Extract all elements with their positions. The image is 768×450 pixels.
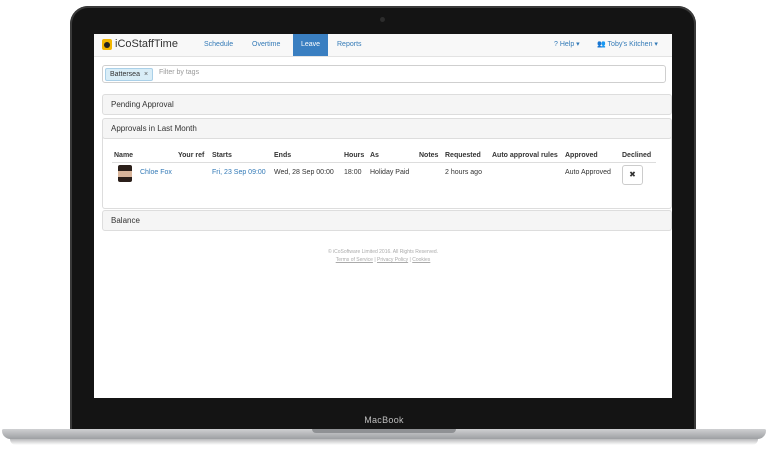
terms-link[interactable]: Terms of Service bbox=[336, 257, 373, 263]
camera-dot bbox=[380, 17, 385, 22]
help-menu[interactable]: ? Help ▾ bbox=[554, 34, 580, 56]
avatar bbox=[118, 165, 132, 182]
brand-logo-icon bbox=[102, 38, 112, 50]
device-label: MacBook bbox=[364, 415, 404, 425]
users-icon: 👥 bbox=[597, 41, 606, 48]
row-requested: 2 hours ago bbox=[445, 169, 482, 176]
nav-schedule[interactable]: Schedule bbox=[196, 34, 241, 56]
row-starts-link[interactable]: Fri, 23 Sep 09:00 bbox=[212, 169, 266, 176]
tag-chip: Battersea × bbox=[105, 68, 154, 81]
row-name-link[interactable]: Chloe Fox bbox=[140, 169, 172, 176]
col-hours: Hours bbox=[344, 152, 365, 159]
tag-remove-icon[interactable]: × bbox=[144, 69, 148, 80]
laptop-shadow bbox=[10, 439, 758, 445]
col-approved: Approved bbox=[565, 152, 598, 159]
col-requested: Requested bbox=[445, 152, 481, 159]
col-notes: Notes bbox=[419, 152, 439, 159]
footer-separator: | bbox=[374, 257, 376, 263]
col-starts: Starts bbox=[212, 152, 232, 159]
row-as: Holiday Paid bbox=[370, 169, 410, 176]
tag-label: Battersea bbox=[110, 71, 140, 78]
col-declined: Declined bbox=[622, 152, 652, 159]
footer-links: Terms of Service | Privacy Policy | Cook… bbox=[94, 257, 672, 263]
nav-overtime[interactable]: Overtime bbox=[244, 34, 288, 56]
col-as: As bbox=[370, 152, 379, 159]
brand[interactable]: iCoStaffTime bbox=[102, 38, 178, 50]
nav-reports[interactable]: Reports bbox=[329, 34, 370, 56]
decline-button[interactable]: ✖ bbox=[622, 165, 643, 185]
col-ends: Ends bbox=[274, 152, 292, 159]
panel-balance[interactable]: Balance bbox=[102, 210, 672, 231]
cookies-link[interactable]: Cookies bbox=[412, 257, 430, 263]
account-menu[interactable]: 👥 Toby's Kitchen ▾ bbox=[597, 34, 658, 56]
col-name: Name bbox=[114, 152, 134, 159]
col-your-ref: Your ref bbox=[178, 152, 205, 159]
laptop-notch bbox=[312, 429, 456, 433]
top-navbar: iCoStaffTime Schedule Overtime Leave Rep… bbox=[94, 34, 672, 57]
tag-filter-input[interactable]: Battersea × Filter by tags bbox=[102, 65, 666, 83]
brand-name: iCoStaffTime bbox=[115, 38, 178, 50]
account-label: Toby's Kitchen ▾ bbox=[607, 41, 658, 48]
footer-separator: | bbox=[409, 257, 411, 263]
nav-leave[interactable]: Leave bbox=[293, 34, 329, 56]
panel-pending-approval[interactable]: Pending Approval bbox=[102, 94, 672, 115]
table-header-divider bbox=[112, 162, 656, 163]
col-auto-approval-rules: Auto approval rules bbox=[492, 152, 558, 159]
privacy-link[interactable]: Privacy Policy bbox=[377, 257, 408, 263]
app-screen: iCoStaffTime Schedule Overtime Leave Rep… bbox=[94, 34, 672, 398]
row-hours: 18:00 bbox=[344, 169, 362, 176]
tag-filter-placeholder[interactable]: Filter by tags bbox=[159, 69, 199, 76]
row-ends: Wed, 28 Sep 00:00 bbox=[274, 169, 334, 176]
footer-copyright: © iCoSoftware Limited 2016. All Rights R… bbox=[327, 249, 439, 255]
row-approved: Auto Approved bbox=[565, 169, 611, 176]
